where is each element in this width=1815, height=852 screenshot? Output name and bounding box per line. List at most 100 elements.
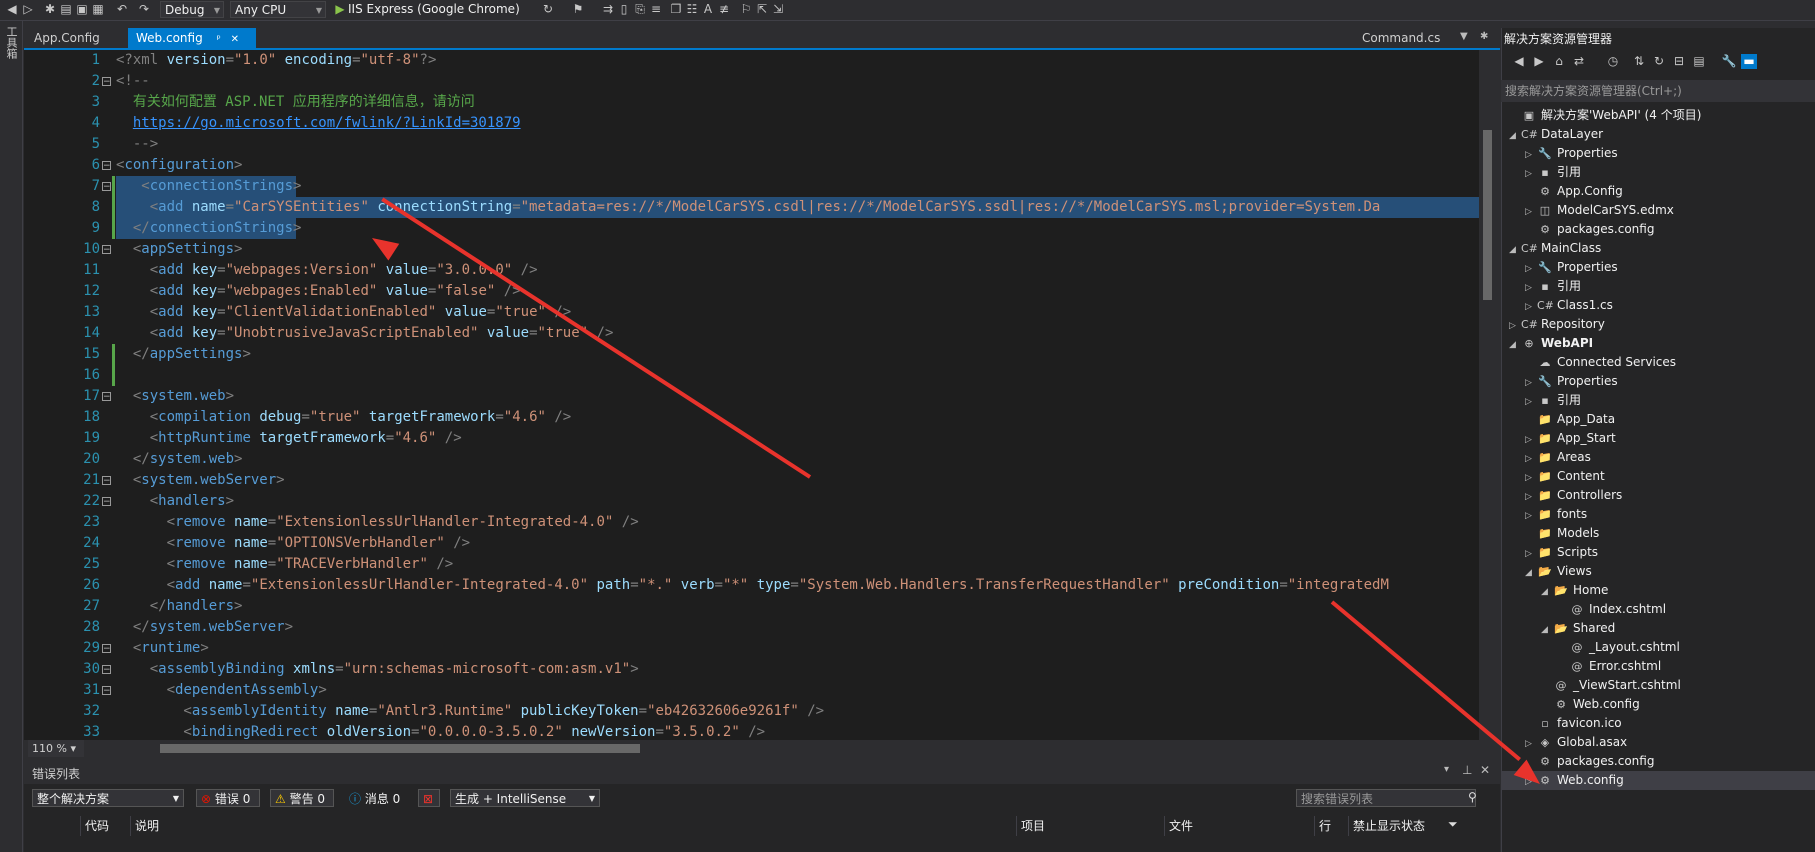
filter-icon[interactable]: ⏷ [1448, 817, 1458, 832]
close-icon[interactable]: ✕ [1480, 763, 1490, 777]
code-line[interactable]: </connectionStrings> [116, 218, 302, 239]
tree-item[interactable]: ▷ 🔧 Properties [1501, 372, 1815, 391]
tab-command-cs[interactable]: Command.cs [1354, 28, 1446, 48]
search-icon[interactable]: ⚲ [1468, 790, 1477, 804]
panel-menu-icon[interactable]: ▾ [1444, 764, 1449, 775]
tree-item[interactable]: ▷ 📁 Areas [1501, 448, 1815, 467]
history-icon[interactable]: ◷ [1605, 54, 1621, 69]
code-line[interactable]: <compilation debug="true" targetFramewor… [116, 407, 572, 428]
tree-item[interactable]: ▷ ▪ 引用 [1501, 277, 1815, 296]
uncomment-icon[interactable]: ≢ [716, 2, 732, 17]
collapse-icon[interactable]: − [102, 182, 111, 192]
tree-item[interactable]: ◢ C# MainClass [1501, 239, 1815, 258]
tab-web-config[interactable]: Web.config ᵖ ✕ [128, 28, 256, 48]
code-line[interactable]: <handlers> [116, 491, 234, 512]
error-search-input[interactable]: 搜索错误列表 [1296, 789, 1476, 807]
column-header-line[interactable]: 行 [1314, 816, 1348, 836]
back-icon[interactable]: ◀ [1511, 54, 1527, 69]
collapse-icon[interactable]: − [102, 686, 111, 696]
refresh-icon[interactable]: ↻ [540, 2, 556, 17]
code-line[interactable]: <connectionStrings> [116, 176, 301, 197]
errors-filter-button[interactable]: ⊗ 错误 0 [196, 789, 260, 807]
code-line[interactable]: <runtime> [116, 638, 209, 659]
tree-item[interactable]: ▷ ▪ 引用 [1501, 163, 1815, 182]
column-header-description[interactable]: 说明 [130, 816, 1016, 836]
collapse-icon[interactable]: − [102, 665, 111, 675]
code-line[interactable]: <system.webServer> [116, 470, 285, 491]
tree-item[interactable]: ▷ 📁 fonts [1501, 505, 1815, 524]
code-line[interactable]: <remove name="OPTIONSVerbHandler" /> [116, 533, 471, 554]
code-link[interactable]: https://go.microsoft.com/fwlink/?LinkId=… [133, 115, 521, 131]
tree-item[interactable]: ▷ 🔧 Properties [1501, 258, 1815, 277]
save-all-icon[interactable]: ▦ [90, 2, 106, 17]
tree-item[interactable]: ⚙ packages.config [1501, 752, 1815, 771]
tree-item[interactable]: ▷ ◈ Global.asax [1501, 733, 1815, 752]
new-project-icon[interactable]: ✱ [42, 2, 58, 17]
open-file-icon[interactable]: ▤ [58, 2, 74, 17]
code-line[interactable]: <assemblyIdentity name="Antlr3.Runtime" … [116, 701, 824, 722]
code-line[interactable]: <dependentAssembly> [116, 680, 327, 701]
tree-item[interactable]: ◢ 📂 Home [1501, 581, 1815, 600]
code-line[interactable]: <?xml version="1.0" encoding="utf-8"?> [116, 50, 436, 71]
code-line[interactable]: <add key="webpages:Enabled" value="false… [116, 281, 521, 302]
warnings-filter-button[interactable]: ⚠ 警告 0 [270, 789, 334, 807]
code-line[interactable]: <add key="ClientValidationEnabled" value… [116, 302, 572, 323]
code-line[interactable]: <remove name="ExtensionlessUrlHandler-In… [116, 512, 639, 533]
refresh-icon[interactable]: ↻ [1651, 54, 1667, 69]
run-target-button[interactable]: IIS Express (Google Chrome) [348, 1, 520, 18]
tree-item[interactable]: ◢ C# DataLayer [1501, 125, 1815, 144]
code-line[interactable]: <configuration> [116, 155, 242, 176]
code-line[interactable]: <bindingRedirect oldVersion = "0.0.0.0-3.5… [116, 722, 765, 740]
tree-item[interactable]: ⚙ App.Config [1501, 182, 1815, 201]
config-select[interactable]: Debug ▼ [160, 1, 224, 18]
tree-item[interactable]: ▷ 📁 Content [1501, 467, 1815, 486]
tree-item[interactable]: ▷ 📁 Scripts [1501, 543, 1815, 562]
tree-item[interactable]: ☁ Connected Services [1501, 353, 1815, 372]
forward-icon[interactable]: ▷ [20, 2, 36, 17]
tree-item[interactable]: @ _Layout.cshtml [1501, 638, 1815, 657]
code-line[interactable]: <system.web> [116, 386, 234, 407]
code-line[interactable]: <!-- [116, 71, 150, 92]
settings-icon[interactable]: ✱ [1480, 31, 1488, 42]
code-line[interactable]: --> [116, 134, 158, 155]
column-header-suppression-state[interactable]: 禁止显示状态 [1348, 816, 1458, 836]
save-icon[interactable]: ▣ [74, 2, 90, 17]
tree-item[interactable]: ▣ 解决方案'WebAPI' (4 个项目) [1501, 106, 1815, 125]
code-line[interactable]: </appSettings> [116, 344, 251, 365]
tree-item[interactable]: ▷ ▪ 引用 [1501, 391, 1815, 410]
tab-app-config[interactable]: App.Config [26, 28, 128, 48]
step-icon[interactable]: ⇉ [600, 2, 616, 17]
tree-item[interactable]: ⚙ packages.config [1501, 220, 1815, 239]
code-line[interactable]: </system.web> [116, 449, 243, 470]
code-line[interactable]: <assemblyBinding xmlns="urn:schemas-micr… [116, 659, 639, 680]
toolbox-tab[interactable]: 工具箱 [3, 26, 19, 59]
tree-item[interactable]: ▷ ⚙ Web.config [1501, 771, 1815, 790]
browser-link-icon[interactable]: ⚑ [570, 2, 586, 17]
code-line[interactable]: 有关如何配置 ASP.NET 应用程序的详细信息，请访问 [116, 92, 475, 113]
platform-select[interactable]: Any CPU ▼ [230, 1, 326, 18]
collapse-icon[interactable]: − [102, 392, 111, 402]
preview-icon[interactable]: ▬ [1741, 54, 1757, 69]
tree-item[interactable]: @ _ViewStart.cshtml [1501, 676, 1815, 695]
tree-item[interactable]: ⚙ Web.config [1501, 695, 1815, 714]
format-icon[interactable]: ⎘ [632, 2, 648, 17]
collapse-all-icon[interactable]: ⊟ [1671, 54, 1687, 69]
close-icon[interactable]: ✕ [231, 34, 239, 45]
forward-icon[interactable]: ▶ [1531, 54, 1547, 69]
collapse-icon[interactable]: − [102, 245, 111, 255]
tree-item[interactable]: 📁 App_Data [1501, 410, 1815, 429]
tree-item[interactable]: ◢ ⊕ WebAPI [1501, 334, 1815, 353]
zoom-level-select[interactable]: 110 % ▾ [28, 740, 84, 757]
comment-icon[interactable]: ≡ [648, 2, 664, 17]
code-line[interactable]: <add name="CarSYSEntities" connectionStr… [116, 197, 1381, 218]
code-line[interactable]: <add key="UnobtrusiveJavaScriptEnabled" … [116, 323, 614, 344]
show-all-files-icon[interactable]: ▤ [1691, 54, 1707, 69]
pin-icon[interactable]: ⊥ [1462, 763, 1472, 777]
horizontal-scroll-thumb[interactable] [160, 744, 640, 753]
collapse-icon[interactable]: − [102, 497, 111, 507]
code-area[interactable]: <?xml version="1.0" encoding="utf-8"?> <!… [116, 50, 1479, 740]
font-icon[interactable]: A [700, 2, 716, 17]
back-icon[interactable]: ◀ [4, 2, 20, 17]
vertical-scroll-thumb[interactable] [1483, 130, 1492, 300]
outline-icon[interactable]: ☷ [684, 2, 700, 17]
